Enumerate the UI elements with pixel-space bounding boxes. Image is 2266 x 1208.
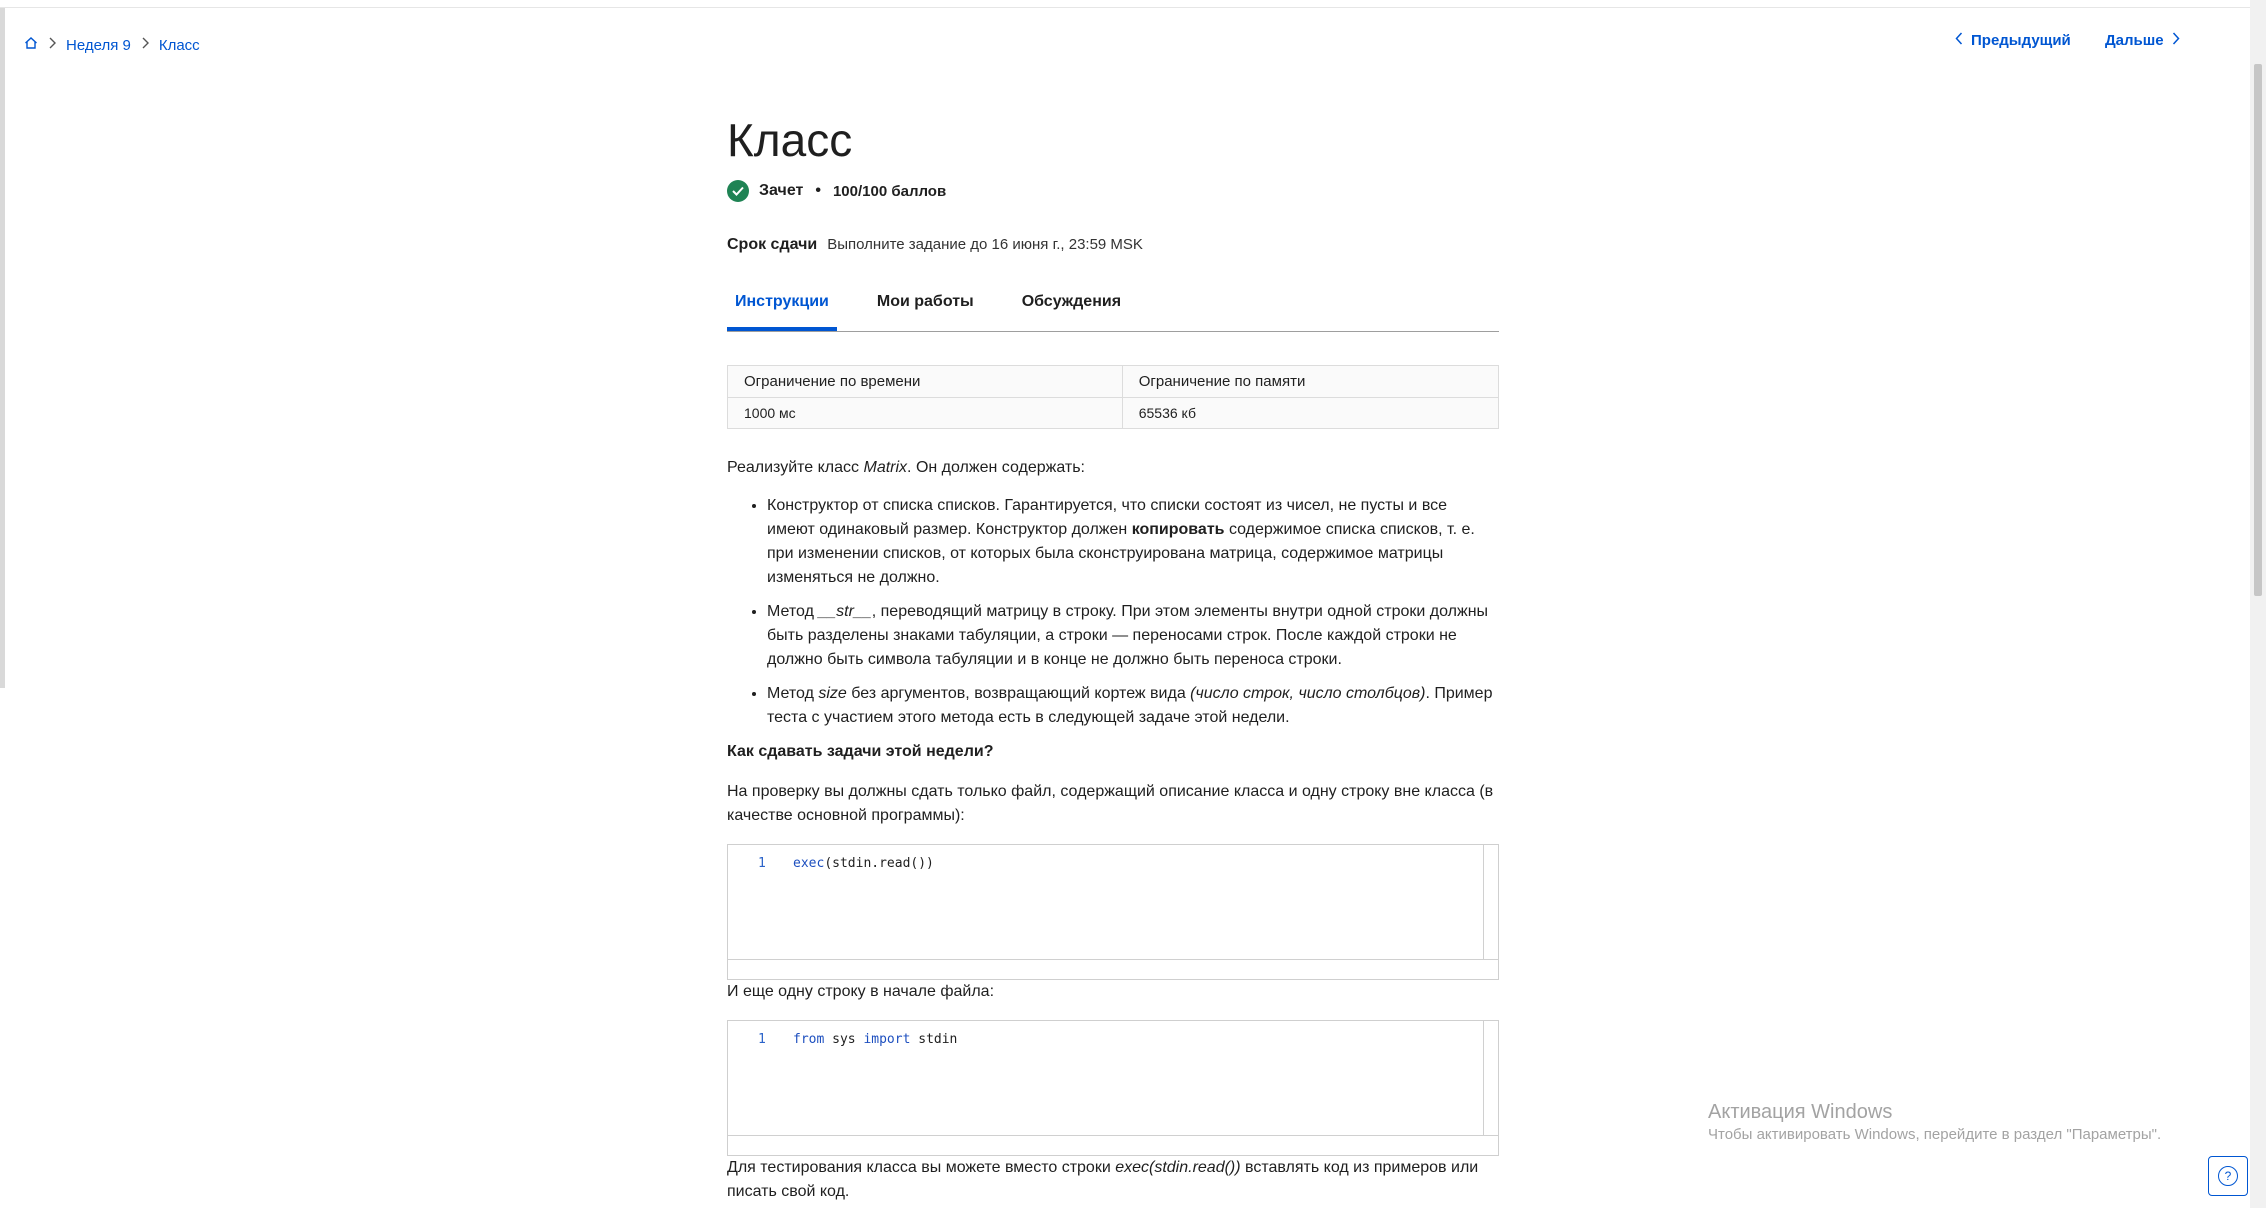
deadline-label: Срок сдачи xyxy=(727,236,818,253)
home-icon[interactable] xyxy=(24,36,38,54)
breadcrumb: Неделя 9 Класс xyxy=(24,34,200,56)
chevron-right-icon xyxy=(141,36,149,54)
class-name: Matrix xyxy=(863,459,908,476)
testing-paragraph: Для тестирования класса вы можете вместо… xyxy=(727,1159,1479,1200)
top-border xyxy=(0,0,2250,8)
table-row: 1000 мс 65536 кб xyxy=(727,397,1500,429)
memory-limit-header: Ограничение по памяти xyxy=(1121,365,1500,398)
question-icon: ? xyxy=(2218,1166,2238,1186)
editor-hscrollbar[interactable] xyxy=(728,959,1498,960)
status-separator: • xyxy=(815,182,821,199)
page-title: Класс xyxy=(727,113,853,166)
editor-scrollbar[interactable] xyxy=(1483,1021,1484,1135)
chevron-right-icon xyxy=(48,36,56,54)
chevron-left-icon xyxy=(1955,32,1963,49)
activation-title: Активация Windows xyxy=(1708,1101,1893,1123)
tab-bar: Инструкции Мои работы Обсуждения xyxy=(727,285,1499,332)
time-limit-value: 1000 мс xyxy=(727,397,1123,429)
check-circle-icon xyxy=(727,180,749,202)
memory-limit-value: 65536 кб xyxy=(1121,397,1500,429)
scrollbar-thumb[interactable] xyxy=(2254,64,2262,596)
list-item: Конструктор от списка списков. Гарантиру… xyxy=(767,494,1499,590)
windows-activation-watermark: Активация Windows Чтобы активировать Win… xyxy=(1708,1101,2161,1143)
grade-status: Зачет • 100/100 баллов xyxy=(727,180,946,202)
editor-scrollbar[interactable] xyxy=(1483,845,1484,959)
submission-paragraph: На проверку вы должны сдать только файл,… xyxy=(727,783,1494,824)
intro-paragraph: Реализуйте класс Matrix. Он должен содер… xyxy=(727,459,1085,476)
code-editor-main[interactable]: 1 exec(stdin.read()) xyxy=(727,844,1499,980)
time-limit-header: Ограничение по времени xyxy=(727,365,1123,398)
previous-button[interactable]: Предыдущий xyxy=(1955,32,2071,49)
code-line: from sys import stdin xyxy=(793,1032,958,1047)
line-number: 1 xyxy=(758,1032,766,1047)
requirements-list: Конструктор от списка списков. Гарантиру… xyxy=(727,494,1499,730)
breadcrumb-current-link[interactable]: Класс xyxy=(159,37,200,54)
import-paragraph: И еще одну строку в начале файла: xyxy=(727,983,995,1000)
editor-hscrollbar[interactable] xyxy=(728,1135,1498,1136)
chevron-right-icon xyxy=(2172,32,2180,49)
list-item: Метод __str__, переводящий матрицу в стр… xyxy=(767,600,1499,672)
deadline-value: Выполните задание до 16 июня г., 23:59 M… xyxy=(827,236,1143,253)
table-row: Ограничение по времени Ограничение по па… xyxy=(727,365,1500,398)
limits-table: Ограничение по времени Ограничение по па… xyxy=(727,365,1500,429)
submission-heading: Как сдавать задачи этой недели? xyxy=(727,743,994,760)
score-value: 100/100 баллов xyxy=(832,182,947,200)
page-scrollbar[interactable] xyxy=(2250,0,2266,1208)
line-number: 1 xyxy=(758,856,766,871)
help-button[interactable]: ? xyxy=(2208,1156,2248,1196)
deadline: Срок сдачи Выполните задание до 16 июня … xyxy=(727,236,1143,254)
pass-label: Зачет xyxy=(759,182,804,199)
next-button[interactable]: Дальше xyxy=(2105,32,2180,49)
breadcrumb-week-link[interactable]: Неделя 9 xyxy=(66,37,131,54)
list-item: Метод size без аргументов, возвращающий … xyxy=(767,682,1499,730)
left-scroll-indicator xyxy=(0,8,5,688)
activation-subtitle: Чтобы активировать Windows, перейдите в … xyxy=(1708,1126,2162,1143)
next-label: Дальше xyxy=(2105,32,2164,49)
code-editor-import[interactable]: 1 from sys import stdin xyxy=(727,1020,1499,1156)
tab-instructions[interactable]: Инструкции xyxy=(727,285,837,331)
tab-discussions[interactable]: Обсуждения xyxy=(1014,285,1129,321)
code-line: exec(stdin.read()) xyxy=(793,856,934,871)
tab-my-submissions[interactable]: Мои работы xyxy=(869,285,982,321)
previous-label: Предыдущий xyxy=(1971,32,2071,49)
instructions-body: Реализуйте класс Matrix. Он должен содер… xyxy=(727,456,1499,1204)
